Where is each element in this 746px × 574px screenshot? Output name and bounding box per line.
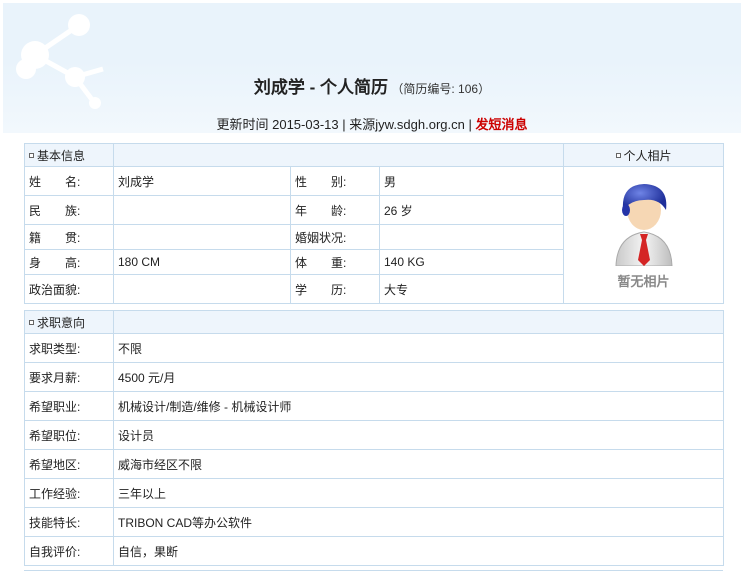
value-occupation: 机械设计/制造/维修 - 机械设计师: [113, 391, 724, 421]
job-intent-table: 求职意向 求职类型: 不限 要求月薪: 4500 元/月 希望职业: 机械设计/…: [24, 310, 724, 566]
value-marital: [378, 224, 565, 250]
bullet-icon: [29, 152, 34, 158]
label-name: 姓 名:: [24, 166, 114, 196]
meta-line: 更新时间 2015-03-13 | 来源jyw.sdgh.org.cn | 发短…: [3, 114, 741, 133]
value-education: 大专: [378, 274, 565, 304]
avatar-placeholder-icon: [615, 184, 673, 267]
table-row: 要求月薪: 4500 元/月: [24, 362, 724, 392]
table-row: 希望地区: 威海市经区不限: [24, 449, 724, 479]
basic-info-table: 基本信息 个人相片 姓 名: 刘成学 性 别: 男 暂无相片 民 族: 年 龄:…: [24, 143, 725, 304]
photo-placeholder: 暂无相片: [611, 180, 677, 290]
table-row: 求职类型: 不限: [24, 333, 724, 363]
photo-cell: 暂无相片: [563, 166, 725, 304]
value-age: 26 岁: [378, 195, 565, 225]
section-header-basic: 基本信息: [24, 143, 114, 167]
separator: |: [342, 117, 346, 132]
section-header-fill: [113, 310, 724, 334]
table-row: 工作经验: 三年以上: [24, 478, 724, 508]
value-gender: 男: [378, 166, 565, 196]
value-ethnicity: [113, 195, 291, 225]
table-row: 技能特长: TRIBON CAD等办公软件: [24, 507, 724, 537]
value-hometown: [113, 224, 291, 250]
label-occupation: 希望职业:: [24, 391, 114, 421]
label-weight: 体 重:: [290, 249, 380, 275]
value-height: 180 CM: [113, 249, 291, 275]
send-sms-link[interactable]: 发短消息: [476, 117, 528, 132]
source-domain: jyw.sdgh.org.cn: [375, 117, 465, 132]
label-job-type: 求职类型:: [24, 333, 114, 363]
value-region: 威海市经区不限: [113, 449, 724, 479]
label-ethnicity: 民 族:: [24, 195, 114, 225]
photo-title: 个人相片: [623, 148, 672, 163]
value-political: [113, 274, 291, 304]
table-row: 希望职位: 设计员: [24, 420, 724, 450]
bullet-icon: [29, 319, 34, 325]
page-title: 刘成学 - 个人简历: [253, 78, 389, 97]
label-age: 年 龄:: [290, 195, 380, 225]
bullet-icon: [615, 152, 621, 158]
table-row: 自我评价: 自信，果断: [24, 536, 724, 566]
label-gender: 性 别:: [290, 166, 380, 196]
label-political: 政治面貌:: [24, 274, 114, 304]
label-height: 身 高:: [24, 249, 114, 275]
resume-title: 刘成学 - 个人简历 （简历编号: 106）: [3, 73, 741, 98]
label-skills: 技能特长:: [24, 507, 114, 537]
updated-label: 更新时间: [216, 117, 269, 132]
section-header-fill: [112, 143, 565, 167]
resume-number: （简历编号: 106）: [391, 82, 491, 96]
value-position: 设计员: [113, 420, 724, 450]
label-hometown: 籍 贯:: [24, 224, 114, 250]
value-job-type: 不限: [113, 333, 724, 363]
value-salary: 4500 元/月: [113, 362, 724, 392]
label-experience: 工作经验:: [24, 478, 114, 508]
label-self-eval: 自我评价:: [24, 536, 114, 566]
source-label: 来源: [349, 117, 376, 132]
value-skills: TRIBON CAD等办公软件: [113, 507, 724, 537]
label-position: 希望职位:: [24, 420, 114, 450]
value-name: 刘成学: [113, 166, 291, 196]
next-section-edge: [24, 570, 723, 571]
section-title: 求职意向: [37, 315, 86, 330]
updated-date: 2015-03-13: [272, 117, 339, 132]
label-marital: 婚姻状况:: [290, 224, 380, 250]
table-row: 姓 名: 刘成学 性 别: 男 暂无相片: [24, 166, 725, 304]
separator: |: [468, 117, 472, 132]
value-self-eval: 自信，果断: [113, 536, 724, 566]
section-title: 基本信息: [37, 148, 86, 163]
no-photo-caption: 暂无相片: [617, 274, 670, 289]
label-salary: 要求月薪:: [24, 362, 114, 392]
page-header: 刘成学 - 个人简历 （简历编号: 106） 更新时间 2015-03-13 |…: [3, 3, 741, 133]
table-row: 希望职业: 机械设计/制造/维修 - 机械设计师: [24, 391, 724, 421]
label-education: 学 历:: [290, 274, 380, 304]
section-header-photo: 个人相片: [563, 143, 725, 167]
value-weight: 140 KG: [378, 249, 565, 275]
section-header-intent: 求职意向: [24, 310, 114, 334]
label-region: 希望地区:: [24, 449, 114, 479]
value-experience: 三年以上: [113, 478, 724, 508]
